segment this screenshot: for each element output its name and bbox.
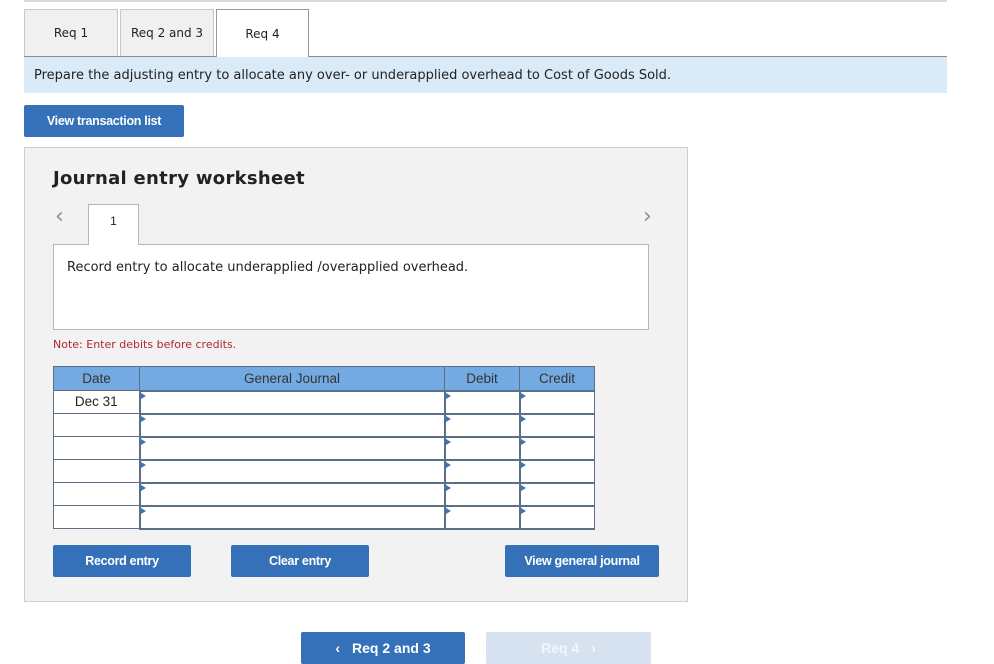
account-input[interactable]: [140, 391, 444, 413]
debit-input-cell: [443, 412, 520, 438]
account-input[interactable]: [140, 506, 444, 528]
dropdown-indicator-icon: [520, 507, 526, 514]
account-input[interactable]: [140, 483, 444, 505]
dropdown-indicator-icon: [140, 507, 146, 514]
credit-input-cell: [518, 435, 595, 461]
clear-entry-button[interactable]: Clear entry: [231, 545, 369, 577]
dropdown-indicator-icon: [140, 484, 146, 491]
account-input-cell: [138, 458, 445, 484]
debit-input[interactable]: [445, 391, 519, 413]
credit-input-cell: [518, 481, 595, 507]
date-cell: [53, 459, 140, 483]
debit-input[interactable]: [445, 460, 519, 482]
account-input-cell: [138, 389, 445, 415]
debit-input[interactable]: [445, 414, 519, 436]
debit-input-cell: [443, 504, 520, 530]
dropdown-indicator-icon: [445, 392, 451, 399]
debit-input-cell: [443, 458, 520, 484]
dropdown-indicator-icon: [520, 484, 526, 491]
table-row: [53, 481, 595, 507]
credit-input[interactable]: [520, 391, 594, 413]
dropdown-indicator-icon: [520, 438, 526, 445]
credit-input-cell: [518, 412, 595, 438]
dropdown-indicator-icon: [445, 438, 451, 445]
credit-input-cell: [518, 504, 595, 530]
prev-requirement-button[interactable]: ‹ Req 2 and 3: [301, 632, 465, 664]
debit-input-cell: [443, 481, 520, 507]
tab-req-1[interactable]: Req 1: [24, 9, 118, 56]
account-input-cell: [138, 435, 445, 461]
table-row: [53, 504, 595, 530]
debit-input[interactable]: [445, 506, 519, 528]
chevron-right-icon: ›: [591, 640, 596, 656]
instruction-banner: Prepare the adjusting entry to allocate …: [24, 57, 947, 93]
debit-input[interactable]: [445, 483, 519, 505]
dropdown-indicator-icon: [520, 461, 526, 468]
debit-input-cell: [443, 389, 520, 415]
dropdown-indicator-icon: [140, 392, 146, 399]
view-general-journal-button[interactable]: View general journal: [505, 545, 659, 577]
dropdown-indicator-icon: [140, 415, 146, 422]
credit-input[interactable]: [520, 460, 594, 482]
dropdown-indicator-icon: [520, 392, 526, 399]
dropdown-indicator-icon: [445, 461, 451, 468]
date-cell: Dec 31: [53, 390, 140, 414]
account-input[interactable]: [140, 460, 444, 482]
chevron-left-icon[interactable]: ‹: [55, 204, 64, 229]
tab-req-4[interactable]: Req 4: [216, 9, 309, 57]
dropdown-indicator-icon: [140, 461, 146, 468]
debit-input[interactable]: [445, 437, 519, 459]
credit-input[interactable]: [520, 437, 594, 459]
dropdown-indicator-icon: [445, 507, 451, 514]
tab-req-2-and-3[interactable]: Req 2 and 3: [120, 9, 214, 56]
account-input-cell: [138, 412, 445, 438]
view-transaction-list-button[interactable]: View transaction list: [24, 105, 184, 137]
next-requirement-label: Req 4: [541, 640, 580, 656]
table-row: [53, 435, 595, 461]
entry-tab-label: 1: [110, 214, 117, 228]
entry-description-box: Record entry to allocate underapplied /o…: [53, 244, 649, 330]
requirement-tabs: Req 1 Req 2 and 3 Req 4: [24, 9, 947, 57]
date-cell: [53, 413, 140, 437]
instruction-text: Prepare the adjusting entry to allocate …: [34, 67, 672, 83]
journal-table: Date General Journal Debit Credit Dec 31: [53, 366, 595, 530]
column-header-general-journal: General Journal: [139, 366, 445, 391]
date-cell: [53, 482, 140, 506]
credit-input[interactable]: [520, 483, 594, 505]
next-requirement-button: Req 4 ›: [486, 632, 651, 664]
record-entry-button[interactable]: Record entry: [53, 545, 191, 577]
prev-requirement-label: Req 2 and 3: [352, 640, 431, 656]
account-input-cell: [138, 481, 445, 507]
column-header-debit: Debit: [444, 366, 520, 391]
table-row: [53, 412, 595, 438]
credit-input[interactable]: [520, 414, 594, 436]
credit-input[interactable]: [520, 506, 594, 528]
table-header-row: Date General Journal Debit Credit: [53, 366, 595, 391]
dropdown-indicator-icon: [445, 415, 451, 422]
chevron-left-icon: ‹: [335, 640, 341, 656]
dropdown-indicator-icon: [445, 484, 451, 491]
date-cell: [53, 505, 140, 529]
entry-description: Record entry to allocate underapplied /o…: [67, 260, 469, 275]
column-header-credit: Credit: [519, 366, 595, 391]
chevron-right-icon[interactable]: ›: [643, 204, 652, 229]
account-input[interactable]: [140, 414, 444, 436]
table-row: Dec 31: [53, 389, 595, 415]
account-input[interactable]: [140, 437, 444, 459]
date-cell: [53, 436, 140, 460]
credit-input-cell: [518, 458, 595, 484]
top-divider: [24, 0, 947, 2]
entry-tab-1[interactable]: 1: [88, 204, 139, 245]
debit-input-cell: [443, 435, 520, 461]
dropdown-indicator-icon: [140, 438, 146, 445]
account-input-cell: [138, 504, 445, 530]
journal-entry-worksheet: Journal entry worksheet ‹ 1 › Record ent…: [24, 147, 688, 602]
dropdown-indicator-icon: [520, 415, 526, 422]
debits-note: Note: Enter debits before credits.: [53, 338, 237, 351]
column-header-date: Date: [53, 366, 140, 391]
table-row: [53, 458, 595, 484]
credit-input-cell: [518, 389, 595, 415]
worksheet-title: Journal entry worksheet: [53, 168, 305, 189]
